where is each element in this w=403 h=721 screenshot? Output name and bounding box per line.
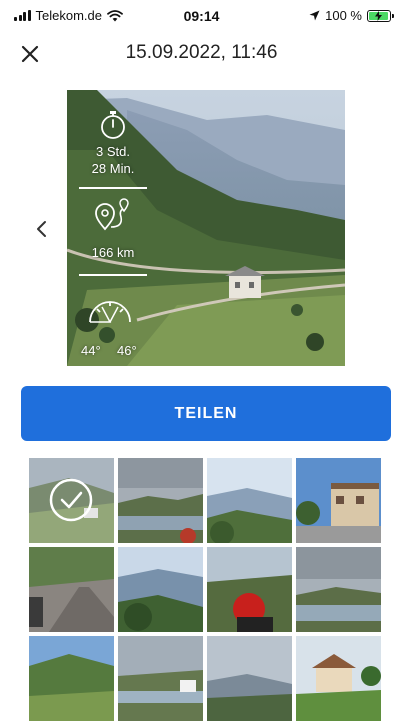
nav-bar: 15.09.2022, 11:46: [0, 36, 403, 70]
photo-card[interactable]: 3 Std. 28 Min. 166 km 44° 46°: [67, 90, 345, 366]
photo-thumbnail[interactable]: [207, 636, 292, 721]
photo-thumbnail[interactable]: [296, 547, 381, 632]
previous-photo-button[interactable]: [32, 216, 52, 242]
location-arrow-icon: [309, 10, 320, 21]
share-button-label: TEILEN: [174, 404, 238, 422]
divider-line: [79, 274, 147, 276]
selection-overlay: [29, 458, 114, 543]
lean-angle-left: 44°: [81, 343, 101, 358]
photo-thumbnail[interactable]: [296, 636, 381, 721]
photo-thumbnail[interactable]: [29, 458, 114, 543]
route-pin-icon: [95, 198, 129, 231]
battery-label: 100 %: [325, 8, 362, 23]
photo-thumbnail[interactable]: [118, 636, 203, 721]
divider-line: [79, 187, 147, 189]
photo-thumbnail[interactable]: [29, 636, 114, 721]
photo-thumbnail[interactable]: [118, 458, 203, 543]
status-right: 100 %: [309, 8, 394, 23]
status-bar: Telekom.de 09:14 100 %: [0, 0, 403, 30]
stopwatch-icon: [101, 111, 125, 139]
photo-thumbnail[interactable]: [207, 547, 292, 632]
photo-thumbnail[interactable]: [118, 547, 203, 632]
duration-minutes: 28 Min.: [91, 161, 135, 176]
lean-angle-gauge-icon: [89, 301, 131, 323]
lean-angle-right: 46°: [117, 343, 137, 358]
page-title: 15.09.2022, 11:46: [125, 42, 278, 63]
photo-thumbnail[interactable]: [296, 458, 381, 543]
duration-hours: 3 Std.: [96, 144, 130, 159]
chevron-left-icon: [37, 221, 46, 237]
battery-charging-icon: [367, 9, 394, 22]
checkmark-icon: [49, 478, 93, 522]
photo-thumbnail[interactable]: [29, 547, 114, 632]
distance-value: 166 km: [91, 245, 135, 260]
photo-thumbnail[interactable]: [207, 458, 292, 543]
share-button[interactable]: TEILEN: [21, 386, 391, 441]
